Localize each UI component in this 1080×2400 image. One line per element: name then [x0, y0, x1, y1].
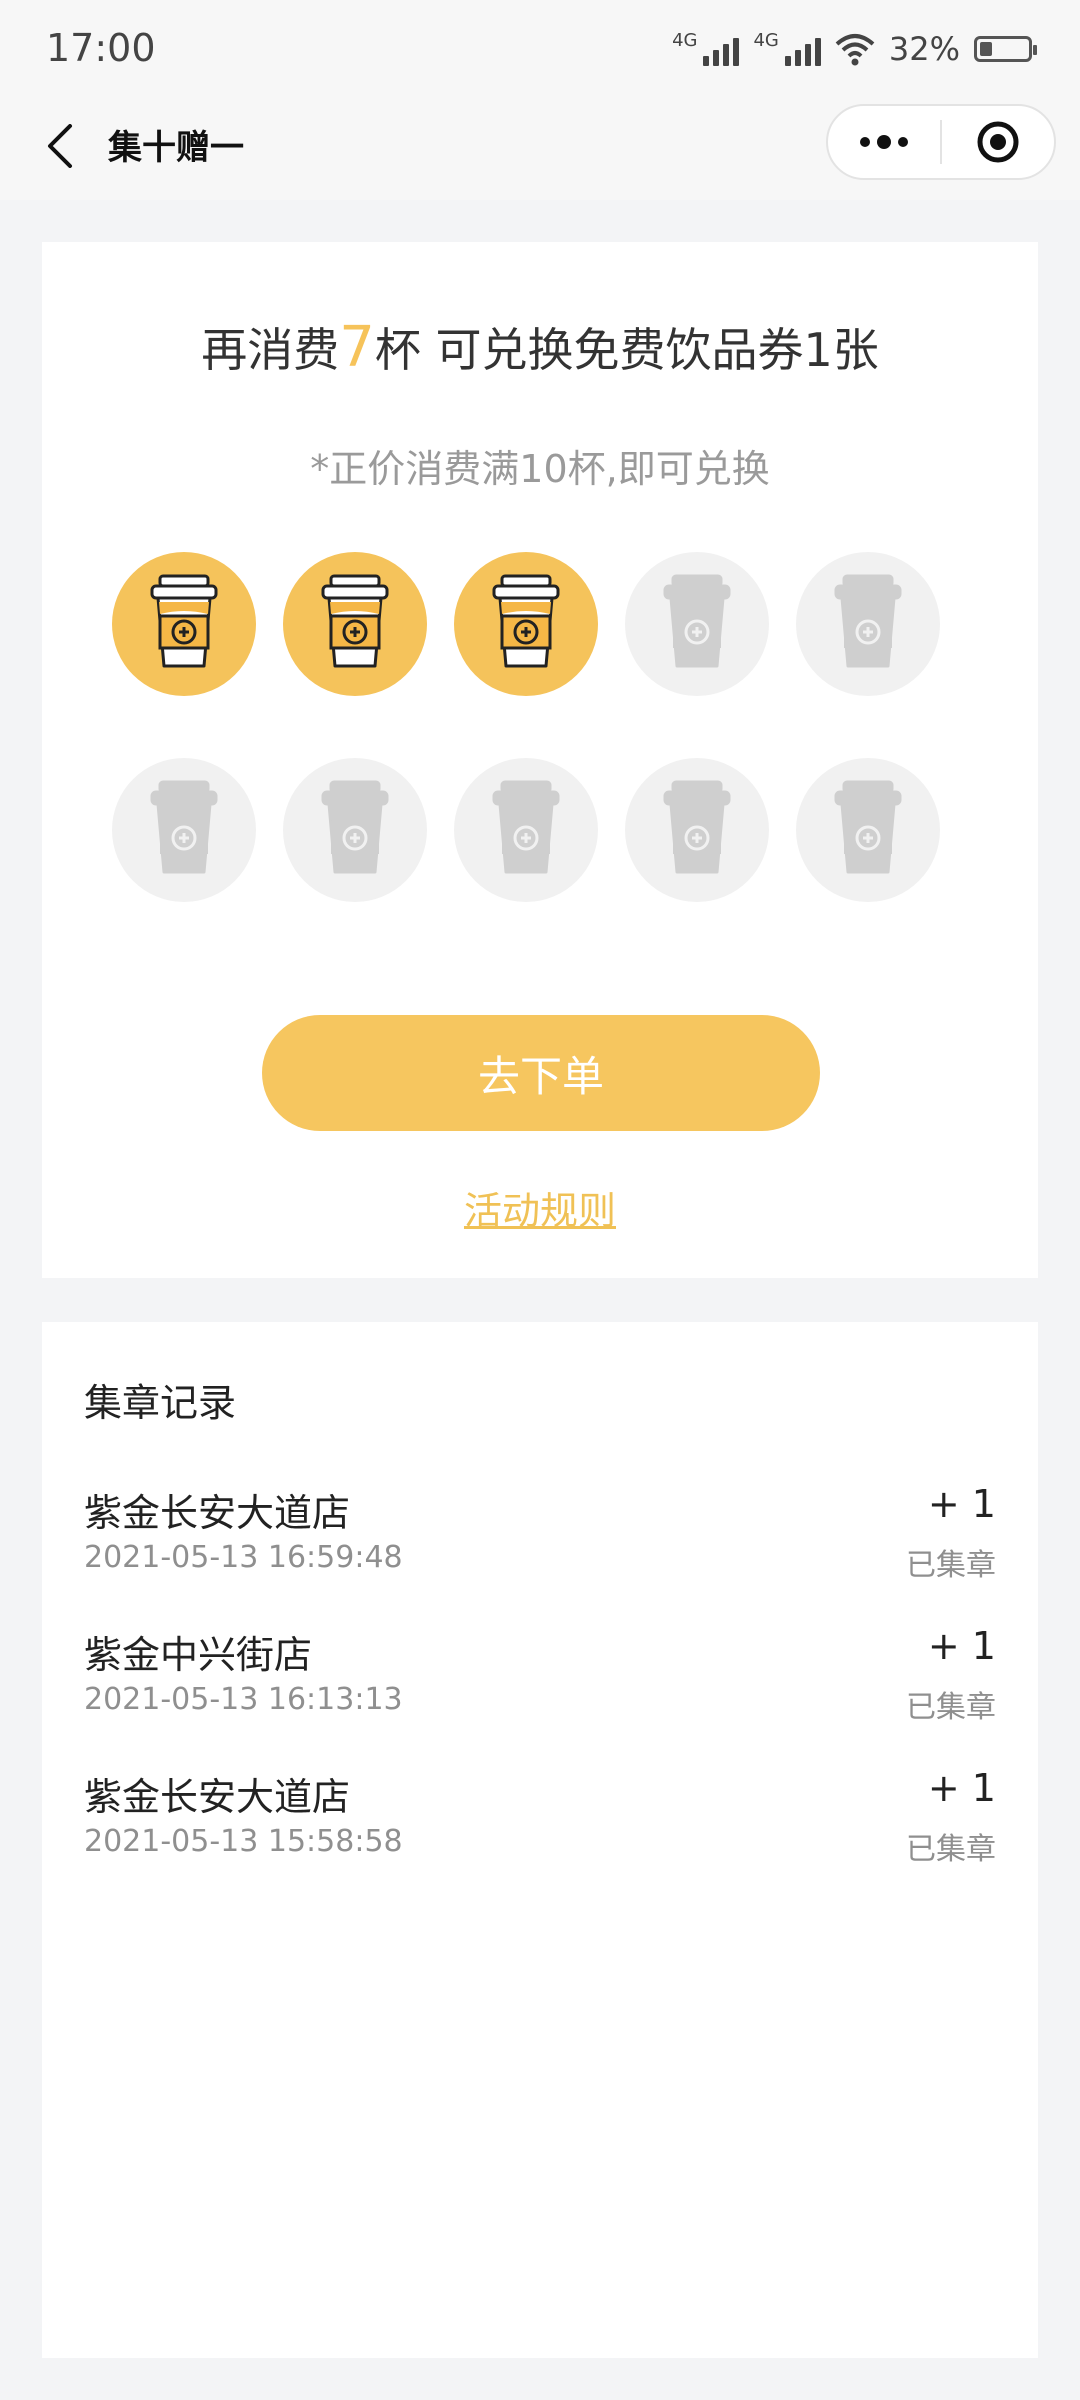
progress-headline: 再消费7杯 可兑换免费饮品券1张 — [42, 314, 1038, 380]
stamp-empty — [625, 552, 769, 696]
record-time: 2021-05-13 16:13:13 — [84, 1682, 403, 1717]
stamp-collected — [112, 552, 256, 696]
record-status: 已集章 — [906, 1690, 996, 1725]
page-title: 集十赠一 — [108, 128, 244, 168]
close-button[interactable] — [942, 106, 1054, 178]
battery-icon — [974, 36, 1037, 62]
order-button[interactable]: 去下单 — [262, 1015, 820, 1131]
stamp-empty — [454, 758, 598, 902]
coffee-cup-icon — [659, 572, 735, 676]
stamp-collected — [283, 552, 427, 696]
record-store: 紫金长安大道店 — [84, 1775, 351, 1819]
list-item: 紫金长安大道店 2021-05-13 16:59:48 + 1 已集章 — [84, 1482, 996, 1624]
record-store: 紫金中兴街店 — [84, 1633, 313, 1677]
record-status: 已集章 — [906, 1832, 996, 1867]
coffee-cup-icon — [488, 572, 564, 676]
record-count: + 1 — [927, 1624, 996, 1668]
stamp-collected — [454, 552, 598, 696]
headline-suffix: 杯 可兑换免费饮品券1张 — [374, 323, 879, 377]
record-count: + 1 — [927, 1766, 996, 1810]
nav-bar: 集十赠一 — [0, 100, 1080, 200]
coffee-cup-icon — [830, 778, 906, 882]
coffee-cup-icon — [317, 572, 393, 676]
coffee-cup-icon — [317, 778, 393, 882]
record-time: 2021-05-13 15:58:58 — [84, 1824, 403, 1859]
progress-note: *正价消费满10杯,即可兑换 — [310, 447, 770, 491]
records-list: 紫金长安大道店 2021-05-13 16:59:48 + 1 已集章 紫金中兴… — [84, 1482, 996, 1908]
mini-program-capsule — [826, 104, 1056, 180]
coffee-cup-icon — [659, 778, 735, 882]
record-status: 已集章 — [906, 1548, 996, 1583]
record-time: 2021-05-13 16:59:48 — [84, 1540, 403, 1575]
network-type-label: 4G — [753, 30, 779, 51]
rules-link[interactable]: 活动规则 — [42, 1180, 1038, 1235]
coffee-cup-icon — [146, 572, 222, 676]
more-dots-icon — [860, 135, 908, 149]
signal-icon: 4G — [753, 30, 821, 66]
wifi-icon — [835, 34, 875, 66]
more-button[interactable] — [828, 106, 940, 178]
stamp-empty — [112, 758, 256, 902]
network-type-label: 4G — [672, 30, 698, 51]
close-circle-icon — [977, 121, 1019, 163]
back-arrow-icon — [48, 124, 72, 168]
list-item: 紫金中兴街店 2021-05-13 16:13:13 + 1 已集章 — [84, 1624, 996, 1766]
cup-grid — [112, 552, 972, 902]
stamp-empty — [283, 758, 427, 902]
stamp-empty — [796, 552, 940, 696]
stamp-empty — [796, 758, 940, 902]
status-icons: 4G 4G 32% — [672, 30, 1037, 68]
battery-percent: 32% — [888, 30, 960, 68]
signal-icon: 4G — [672, 30, 740, 66]
coffee-cup-icon — [146, 778, 222, 882]
record-store: 紫金长安大道店 — [84, 1491, 351, 1535]
headline-prefix: 再消费 — [201, 323, 340, 377]
records-title: 集章记录 — [84, 1381, 237, 1425]
records-card: 集章记录 紫金长安大道店 2021-05-13 16:59:48 + 1 已集章… — [42, 1322, 1038, 2358]
list-item: 紫金长安大道店 2021-05-13 15:58:58 + 1 已集章 — [84, 1766, 996, 1908]
back-button[interactable] — [30, 116, 90, 176]
remaining-count: 7 — [339, 315, 375, 380]
record-count: + 1 — [927, 1482, 996, 1526]
status-bar: 17:00 4G 4G 32% — [0, 0, 1080, 100]
coffee-cup-icon — [488, 778, 564, 882]
status-time: 17:00 — [46, 26, 156, 70]
stamp-card: 再消费7杯 可兑换免费饮品券1张 *正价消费满10杯,即可兑换 去下单 活动规则 — [42, 242, 1038, 1278]
coffee-cup-icon — [830, 572, 906, 676]
stamp-empty — [625, 758, 769, 902]
